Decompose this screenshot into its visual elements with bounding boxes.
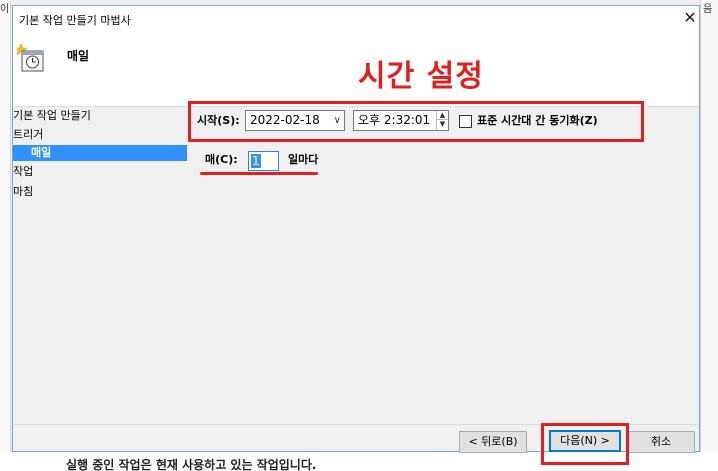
nav-step-daily[interactable]: 매일	[13, 145, 187, 161]
background-window-left	[0, 0, 11, 471]
nav-step-create-basic-task[interactable]: 기본 작업 만들기	[13, 108, 91, 124]
wizard-step-nav: 기본 작업 만들기 트리거 매일 작업 마침	[13, 107, 189, 437]
recur-days-input[interactable]: 1	[248, 151, 279, 171]
nav-step-action[interactable]: 작업	[13, 164, 33, 180]
create-basic-task-wizard: 기본 작업 만들기 마법사 ✕ 매일 기본 작업 만들기 트리거 매일 작업 마…	[12, 5, 700, 453]
nav-step-trigger[interactable]: 트리거	[13, 127, 43, 143]
background-corner-text: 이	[0, 4, 10, 15]
highlight-next-button-box	[541, 423, 629, 465]
highlight-start-time-box	[188, 101, 644, 142]
cancel-button[interactable]: 취소	[627, 431, 695, 453]
back-button[interactable]: < 뒤로(B)	[459, 431, 527, 453]
title-bar: 기본 작업 만들기 마법사 ✕	[13, 6, 699, 31]
calendar-clock-icon	[17, 43, 44, 72]
background-status-text: 실행 중인 작업은 현재 사용하고 있는 작업입니다.	[66, 458, 317, 471]
page-title: 매일	[67, 49, 90, 63]
background-corner-text-right: 음	[703, 4, 713, 15]
background-window-right	[700, 0, 718, 471]
close-icon[interactable]: ✕	[681, 8, 699, 28]
wizard-header: 매일	[13, 31, 699, 107]
nav-step-finish[interactable]: 마침	[13, 184, 33, 200]
recur-suffix: 일마다	[288, 153, 319, 166]
window-title: 기본 작업 만들기 마법사	[19, 14, 131, 27]
recur-label: 매(C):	[205, 153, 238, 166]
annotation-title: 시간 설정	[358, 59, 484, 94]
highlight-recur-underline	[200, 172, 318, 175]
recur-days-value: 1	[251, 154, 261, 168]
